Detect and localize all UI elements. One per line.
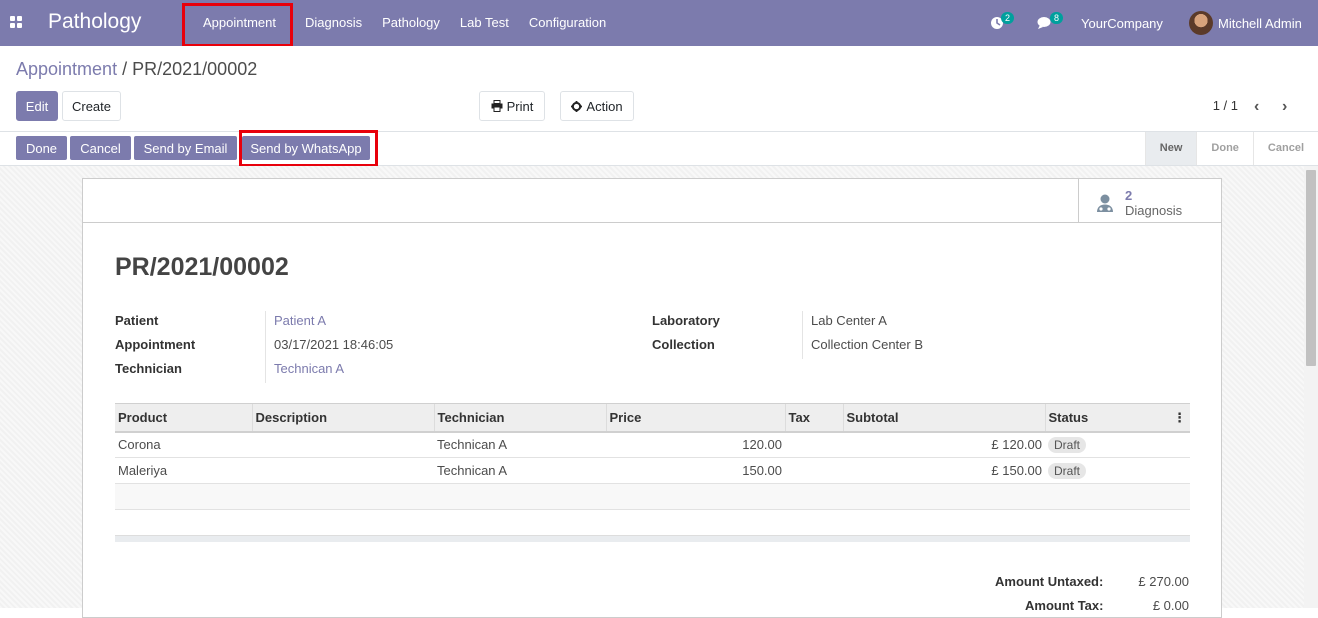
menu-diagnosis[interactable]: Diagnosis (295, 0, 372, 46)
empty-row (115, 483, 1190, 510)
stage-pipeline: New Done Cancel (1144, 132, 1318, 165)
patient-value[interactable]: Patient A (274, 313, 326, 328)
laboratory-value: Lab Center A (811, 313, 887, 328)
cell-subtotal: £ 150.00 (843, 457, 1045, 484)
chevron-left-icon[interactable]: ‹ (1254, 98, 1259, 116)
doctor-icon (1097, 194, 1113, 212)
cell-tax (785, 431, 843, 458)
gear-icon (571, 100, 583, 112)
stage-new[interactable]: New (1144, 132, 1197, 165)
table-header-row: Product Description Technician Price Tax… (115, 403, 1190, 433)
technician-value[interactable]: Technican A (274, 361, 344, 376)
cell-status: Draft (1045, 457, 1190, 484)
cell-tax (785, 457, 843, 484)
cell-price: 150.00 (606, 457, 785, 484)
stage-done[interactable]: Done (1196, 132, 1253, 165)
col-subtotal[interactable]: Subtotal (842, 403, 1045, 433)
menu-appointment[interactable]: Appointment (184, 0, 295, 46)
cell-description (252, 457, 434, 484)
collection-label: Collection (652, 337, 715, 352)
user-name: Mitchell Admin (1218, 15, 1302, 31)
col-tax[interactable]: Tax (784, 403, 843, 433)
top-navbar: Pathology Appointment Diagnosis Patholog… (0, 0, 1318, 46)
field-divider (802, 311, 803, 359)
cell-product: Corona (115, 431, 252, 458)
menu-lab-test[interactable]: Lab Test (450, 0, 519, 46)
done-button[interactable]: Done (16, 136, 67, 160)
status-bar: Done Cancel Send by Email Send by WhatsA… (0, 132, 1318, 166)
print-button[interactable]: Print (479, 91, 545, 121)
print-label: Print (506, 98, 534, 114)
vertical-scrollbar[interactable] (1304, 166, 1318, 608)
create-button[interactable]: Create (62, 91, 121, 121)
col-price[interactable]: Price (605, 403, 785, 433)
action-button[interactable]: Action (560, 91, 634, 121)
col-product[interactable]: Product (115, 403, 252, 433)
breadcrumb-current: PR/2021/00002 (132, 59, 258, 79)
amount-tax-value: £ 0.00 (1152, 598, 1189, 613)
amount-untaxed-label: Amount Untaxed: (995, 574, 1104, 589)
amount-tax-label: Amount Tax: (1025, 598, 1104, 613)
cell-technician: Technican A (434, 457, 606, 484)
cell-technician: Technican A (434, 431, 606, 458)
printer-icon (491, 100, 503, 112)
menu-pathology[interactable]: Pathology (372, 0, 450, 46)
collection-value: Collection Center B (811, 337, 923, 352)
stage-cancel[interactable]: Cancel (1252, 132, 1318, 165)
cell-price: 120.00 (606, 431, 785, 458)
amount-untaxed-value: £ 270.00 (1138, 574, 1189, 589)
status-badge: Draft (1048, 462, 1087, 479)
messages-button[interactable]: 8 (1037, 0, 1066, 46)
appointment-value: 03/17/2021 18:46:05 (274, 337, 394, 352)
order-lines-table: Product Description Technician Price Tax… (115, 403, 1190, 536)
button-box: 2 Diagnosis (83, 179, 1221, 223)
laboratory-label: Laboratory (652, 313, 720, 328)
patient-label: Patient (115, 313, 159, 328)
status-badge: Draft (1048, 436, 1087, 453)
pager-value[interactable]: 1 / 1 (1213, 98, 1238, 113)
chevron-right-icon[interactable]: › (1282, 98, 1287, 116)
breadcrumb-separator: / (122, 59, 128, 79)
cell-status: Draft (1045, 431, 1190, 458)
column-options-icon[interactable]: ⋮ (1173, 410, 1186, 426)
apps-menu-icon[interactable] (10, 16, 22, 28)
activities-count-badge: 2 (1001, 12, 1015, 24)
menu-configuration[interactable]: Configuration (519, 0, 616, 46)
technician-label: Technician (115, 361, 182, 376)
send-by-email-button[interactable]: Send by Email (134, 136, 237, 160)
top-menu: Appointment Diagnosis Pathology Lab Test… (184, 0, 616, 46)
appointment-label: Appointment (115, 337, 196, 352)
user-menu[interactable]: Mitchell Admin (1189, 0, 1302, 46)
avatar (1189, 11, 1213, 35)
messages-count-badge: 8 (1050, 12, 1064, 24)
table-row[interactable]: Maleriya Technican A 150.00 £ 150.00 Dra… (115, 457, 1190, 484)
col-status[interactable]: Status ⋮ (1044, 403, 1190, 433)
field-divider (265, 311, 266, 383)
cell-description (252, 431, 434, 458)
cell-product: Maleriya (115, 457, 252, 484)
activities-button[interactable]: 2 (990, 0, 1017, 46)
col-status-label: Status (1048, 409, 1089, 425)
send-by-whatsapp-button[interactable]: Send by WhatsApp (242, 136, 370, 160)
col-technician[interactable]: Technician (433, 403, 606, 433)
table-footer (115, 535, 1190, 542)
company-switcher[interactable]: YourCompany (1081, 0, 1163, 46)
record-title: PR/2021/00002 (115, 253, 289, 281)
diagnosis-smart-button[interactable]: 2 Diagnosis (1078, 179, 1221, 223)
control-panel: Appointment / PR/2021/00002 Edit Create … (0, 46, 1318, 132)
scrollbar-thumb[interactable] (1306, 170, 1316, 366)
edit-button[interactable]: Edit (16, 91, 58, 121)
app-brand[interactable]: Pathology (48, 10, 141, 34)
table-row[interactable]: Corona Technican A 120.00 £ 120.00 Draft (115, 431, 1190, 458)
col-description[interactable]: Description (251, 403, 434, 433)
breadcrumb-parent[interactable]: Appointment (16, 59, 117, 79)
diagnosis-count: 2 (1125, 188, 1133, 203)
cancel-button[interactable]: Cancel (70, 136, 131, 160)
diagnosis-label: Diagnosis (1125, 203, 1183, 218)
breadcrumb: Appointment / PR/2021/00002 (16, 59, 257, 80)
empty-row (115, 510, 1190, 536)
action-label: Action (586, 98, 623, 114)
form-sheet: 2 Diagnosis PR/2021/00002 Patient Appoin… (82, 178, 1222, 618)
cell-subtotal: £ 120.00 (843, 431, 1045, 458)
